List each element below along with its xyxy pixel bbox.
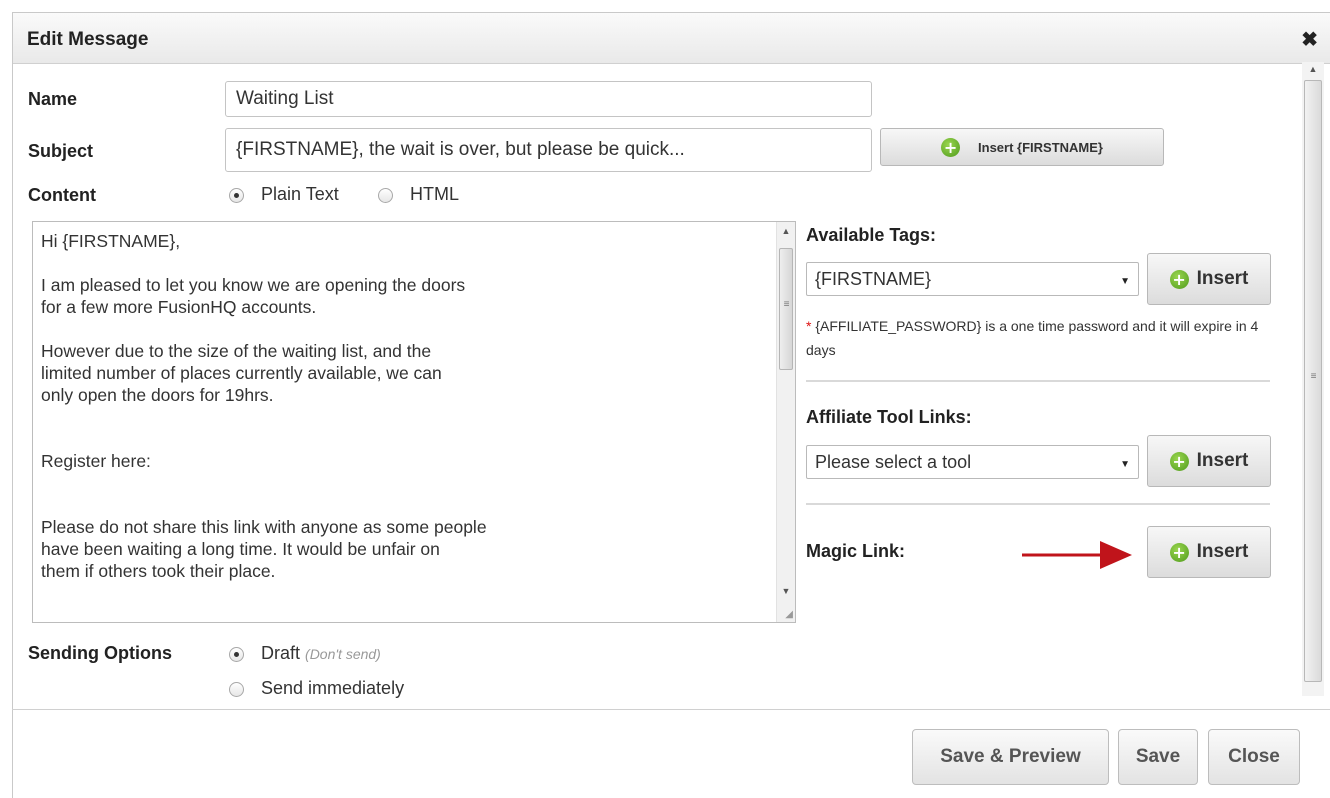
plus-circle-icon: + bbox=[1169, 269, 1189, 289]
sending-options-label: Sending Options bbox=[28, 643, 172, 663]
tags-select-value: {FIRSTNAME} bbox=[815, 269, 932, 289]
name-input[interactable]: Waiting List bbox=[225, 81, 872, 117]
affiliate-tool-links-label: Affiliate Tool Links: bbox=[806, 407, 972, 427]
required-star: * bbox=[806, 318, 812, 334]
insert-firstname-button[interactable]: + Insert {FIRSTNAME} bbox=[880, 128, 1164, 166]
subject-label: Subject bbox=[28, 141, 94, 161]
resize-handle-icon[interactable]: ◢ bbox=[785, 609, 793, 620]
scroll-up-icon[interactable]: ▲ bbox=[777, 226, 795, 236]
content-label: Content bbox=[28, 185, 96, 205]
grip-icon: ≡ bbox=[1310, 371, 1317, 382]
insert-affiliate-link-button[interactable]: + Insert bbox=[1147, 435, 1271, 487]
magic-link-label: Magic Link: bbox=[806, 541, 906, 561]
save-button[interactable]: Save bbox=[1118, 729, 1198, 785]
save-preview-button[interactable]: Save & Preview bbox=[912, 729, 1109, 785]
html-option-label: HTML bbox=[410, 184, 459, 204]
divider bbox=[806, 503, 1270, 505]
plain-text-option-label: Plain Text bbox=[261, 184, 339, 204]
draft-radio[interactable] bbox=[229, 647, 244, 662]
insert-magic-label: Insert bbox=[1196, 541, 1249, 562]
name-label: Name bbox=[28, 89, 78, 109]
send-immediately-label: Send immediately bbox=[261, 678, 405, 698]
divider bbox=[806, 380, 1270, 382]
plain-text-radio[interactable] bbox=[229, 188, 244, 203]
grip-icon: ≡ bbox=[783, 299, 790, 310]
chevron-down-icon: ▼ bbox=[1120, 276, 1130, 287]
plus-circle-icon: + bbox=[941, 137, 961, 157]
send-immediately-radio[interactable] bbox=[229, 682, 244, 697]
textarea-scroll-thumb[interactable]: ≡ bbox=[779, 248, 793, 370]
affiliate-tool-select-value: Please select a tool bbox=[815, 452, 972, 472]
footer-divider bbox=[12, 709, 1330, 710]
red-arrow-annotation-icon bbox=[1022, 541, 1132, 569]
affiliate-tool-select[interactable]: Please select a tool ▼ bbox=[806, 445, 1139, 479]
dialog-titlebar: Edit Message ✖ bbox=[13, 13, 1330, 64]
dialog-title: Edit Message bbox=[27, 29, 149, 50]
subject-input[interactable]: {FIRSTNAME}, the wait is over, but pleas… bbox=[225, 128, 872, 172]
note-text: {AFFILIATE_PASSWORD} is a one time passw… bbox=[806, 318, 1259, 358]
draft-option-label: Draft bbox=[261, 643, 301, 663]
close-icon[interactable]: ✖ bbox=[1301, 27, 1318, 52]
affiliate-password-note: * {AFFILIATE_PASSWORD} is a one time pas… bbox=[806, 314, 1276, 362]
insert-magic-link-button[interactable]: + Insert bbox=[1147, 526, 1271, 578]
dialog-scrollbar[interactable]: ▲ ≡ bbox=[1302, 62, 1324, 696]
plus-circle-icon: + bbox=[1169, 451, 1189, 471]
insert-affiliate-label: Insert bbox=[1196, 450, 1249, 471]
available-tags-label: Available Tags: bbox=[806, 225, 937, 245]
insert-firstname-label: Insert {FIRSTNAME} bbox=[978, 139, 1103, 155]
draft-option-hint: (Don't send) bbox=[305, 646, 381, 662]
message-body-textarea[interactable]: Hi {FIRSTNAME}, I am pleased to let you … bbox=[32, 221, 796, 623]
chevron-down-icon: ▼ bbox=[1120, 459, 1130, 470]
textarea-scrollbar[interactable]: ▲ ≡ ▼ bbox=[776, 222, 795, 622]
insert-tag-label: Insert bbox=[1196, 268, 1249, 289]
dialog-scroll-thumb[interactable]: ≡ bbox=[1304, 80, 1322, 682]
close-button[interactable]: Close bbox=[1208, 729, 1300, 785]
plus-circle-icon: + bbox=[1169, 542, 1189, 562]
html-radio[interactable] bbox=[378, 188, 393, 203]
draft-option: Draft (Don't send) bbox=[261, 643, 381, 664]
scroll-down-icon[interactable]: ▼ bbox=[777, 586, 795, 596]
insert-tag-button[interactable]: + Insert bbox=[1147, 253, 1271, 305]
scroll-up-icon[interactable]: ▲ bbox=[1302, 64, 1324, 74]
tags-select[interactable]: {FIRSTNAME} ▼ bbox=[806, 262, 1139, 296]
message-body-text: Hi {FIRSTNAME}, I am pleased to let you … bbox=[41, 231, 487, 581]
